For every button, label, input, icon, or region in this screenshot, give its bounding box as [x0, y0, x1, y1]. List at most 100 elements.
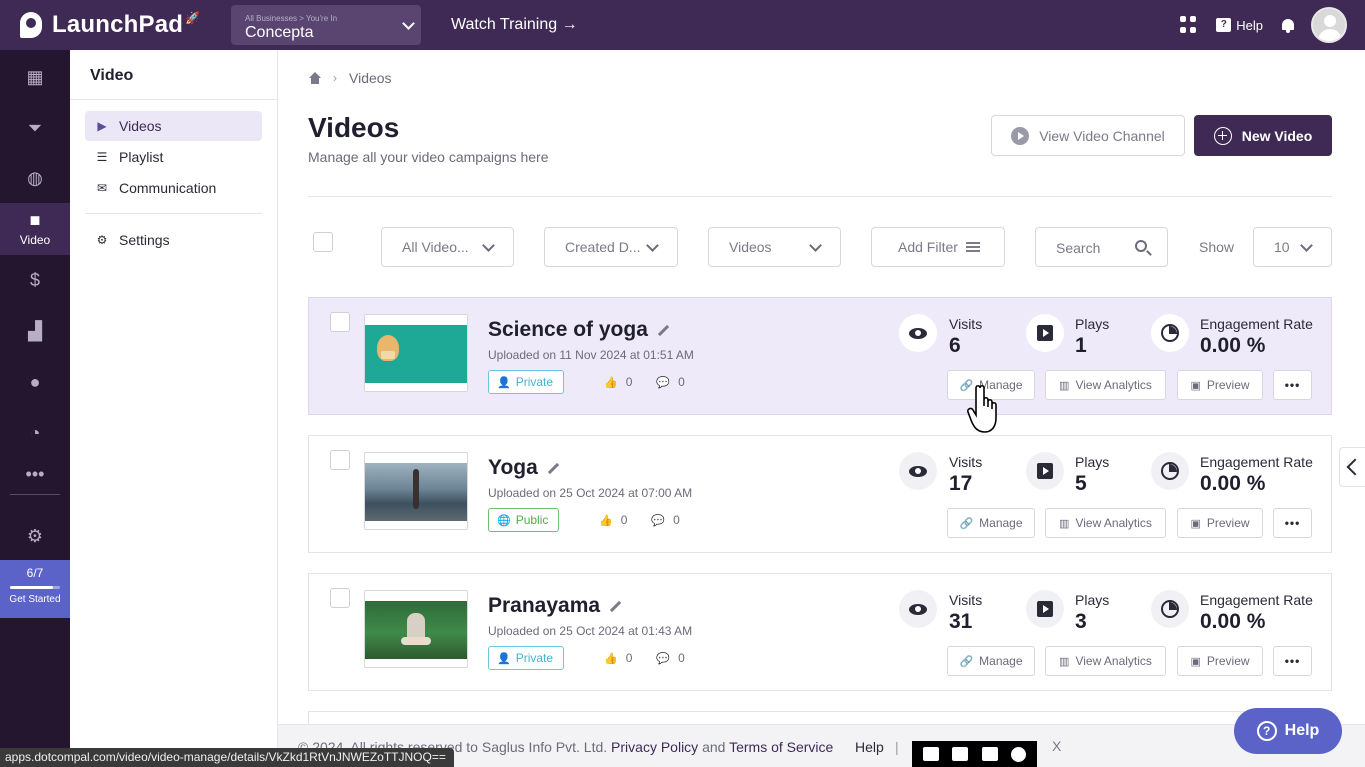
header-divider	[308, 196, 1332, 197]
rail-sales[interactable]: $	[0, 257, 70, 303]
gear-icon: ⚙	[26, 526, 44, 546]
x-social-icon[interactable]: X	[1052, 738, 1061, 754]
footer-help-link[interactable]: Help	[855, 739, 884, 755]
main-content: › Videos Videos Manage all your video ca…	[278, 50, 1365, 767]
plays-label: Plays	[1075, 316, 1110, 332]
visits-value: 31	[949, 610, 973, 633]
more-options-button[interactable]: •••	[1273, 646, 1312, 676]
play-icon-wrap	[1026, 314, 1064, 352]
window-icon[interactable]	[981, 747, 998, 761]
breadcrumb-separator: ›	[333, 71, 337, 85]
launchpad-logo[interactable]: LaunchPad 🚀	[20, 10, 220, 40]
more-icon: •••	[25, 464, 45, 484]
video-card-science-of-yoga[interactable]: Science of yoga Uploaded on 11 Nov 2024 …	[308, 297, 1332, 415]
plays-label: Plays	[1075, 592, 1110, 608]
rail-more[interactable]: •••	[0, 451, 70, 497]
subnav-item-communication[interactable]: ✉ Communication	[85, 173, 262, 203]
subnav-item-playlist[interactable]: ☰ Playlist	[85, 142, 262, 172]
dashboard-icon: ▦	[26, 67, 44, 87]
subnav-item-settings[interactable]: ⚙ Settings	[85, 225, 262, 255]
video-icon: ▶	[97, 119, 107, 133]
rail-settings[interactable]: ⚙	[0, 513, 70, 559]
video-type-filter[interactable]: Videos	[708, 227, 841, 267]
video-subnav: Video ▶ Videos ☰ Playlist ✉ Communicatio…	[70, 50, 278, 767]
more-options-button[interactable]: •••	[1273, 508, 1312, 538]
row-checkbox[interactable]	[330, 588, 350, 608]
view-analytics-label: View Analytics	[1075, 516, 1152, 530]
eye-icon	[909, 327, 927, 339]
video-card-pranayama[interactable]: Pranayama Uploaded on 25 Oct 2024 at 01:…	[308, 573, 1332, 691]
add-filter-button[interactable]: Add Filter	[871, 227, 1005, 267]
more-options-button[interactable]: •••	[1273, 370, 1312, 400]
manage-button[interactable]: 🔗 Manage	[947, 508, 1035, 538]
pencil-icon[interactable]	[610, 601, 621, 612]
rail-reports[interactable]: ◔	[0, 410, 70, 456]
camera-icon[interactable]	[922, 747, 939, 761]
video-record-icon[interactable]	[952, 747, 969, 761]
filter-label: Created D...	[565, 239, 641, 255]
apps-grid-icon[interactable]	[1180, 16, 1198, 34]
view-analytics-button[interactable]: ▥ View Analytics	[1045, 508, 1166, 538]
watch-training-link[interactable]: Watch Training →	[451, 16, 578, 34]
get-started-count: 6/7	[26, 566, 44, 580]
side-panel-toggle[interactable]	[1339, 447, 1365, 487]
video-thumbnail[interactable]	[364, 452, 468, 530]
row-checkbox[interactable]	[330, 450, 350, 470]
video-thumbnail[interactable]	[364, 314, 468, 392]
visits-label: Visits	[949, 316, 983, 332]
subnav-item-videos[interactable]: ▶ Videos	[85, 111, 262, 141]
pie-icon-wrap	[1151, 452, 1189, 490]
bell-icon[interactable]	[1281, 17, 1295, 33]
rail-websites[interactable]: ◍	[0, 155, 70, 201]
gear-icon[interactable]	[1011, 746, 1027, 762]
rail-funnels[interactable]: ⏷	[0, 105, 70, 151]
funnel-icon: ⏷	[27, 118, 43, 138]
view-analytics-button[interactable]: ▥ View Analytics	[1045, 370, 1166, 400]
more-icon: •••	[1284, 378, 1301, 392]
new-video-button[interactable]: New Video	[1194, 115, 1332, 156]
manage-button[interactable]: 🔗 Manage	[947, 646, 1035, 676]
view-video-channel-button[interactable]: View Video Channel	[991, 115, 1185, 156]
rail-analytics[interactable]: ▟	[0, 308, 70, 354]
video-card-yoga[interactable]: Yoga Uploaded on 25 Oct 2024 at 07:00 AM…	[308, 435, 1332, 553]
eye-icon-wrap	[899, 452, 937, 490]
rail-contacts[interactable]: ●	[0, 359, 70, 405]
select-all-checkbox[interactable]	[313, 232, 333, 252]
preview-button[interactable]: ▣ Preview	[1177, 370, 1263, 400]
footer-separator: |	[895, 739, 899, 755]
recorder-toolbar[interactable]	[912, 741, 1037, 767]
created-date-filter[interactable]: Created D...	[544, 227, 678, 267]
video-thumbnail[interactable]	[364, 590, 468, 668]
home-icon[interactable]	[308, 72, 321, 84]
page-size-select[interactable]: 10	[1253, 227, 1332, 267]
search-box[interactable]	[1035, 227, 1168, 267]
chart-icon: ▟	[28, 321, 42, 341]
preview-icon: ▣	[1190, 517, 1201, 530]
get-started-widget[interactable]: 6/7 Get Started	[0, 560, 70, 618]
business-selector[interactable]: All Businesses > You're In Concepta	[231, 5, 421, 45]
likes-value: 0	[625, 651, 633, 665]
likes-value: 0	[620, 513, 628, 527]
view-analytics-button[interactable]: ▥ View Analytics	[1045, 646, 1166, 676]
pencil-icon[interactable]	[548, 463, 559, 474]
rail-dashboard[interactable]: ▦	[0, 54, 70, 100]
search-input[interactable]	[1056, 238, 1116, 258]
preview-button[interactable]: ▣ Preview	[1177, 646, 1263, 676]
preview-button[interactable]: ▣ Preview	[1177, 508, 1263, 538]
pencil-icon[interactable]	[658, 325, 669, 336]
visibility-label: Public	[515, 513, 549, 527]
search-icon[interactable]	[1135, 240, 1147, 252]
status-bar-url: apps.dotcompal.com/video/video-manage/de…	[0, 748, 454, 767]
terms-link[interactable]: Terms of Service	[729, 739, 833, 755]
page-size-value: 10	[1274, 239, 1290, 255]
help-widget-button[interactable]: ? Help	[1234, 708, 1342, 754]
add-filter-label: Add Filter	[898, 239, 958, 255]
row-checkbox[interactable]	[330, 312, 350, 332]
rail-divider	[10, 494, 60, 495]
user-icon: 👤	[497, 652, 511, 665]
help-button[interactable]: ? Help	[1216, 18, 1263, 33]
privacy-policy-link[interactable]: Privacy Policy	[611, 739, 698, 755]
rail-video[interactable]: ■ Video	[0, 203, 70, 255]
all-videos-filter[interactable]: All Video...	[381, 227, 514, 267]
user-avatar[interactable]	[1311, 7, 1347, 43]
